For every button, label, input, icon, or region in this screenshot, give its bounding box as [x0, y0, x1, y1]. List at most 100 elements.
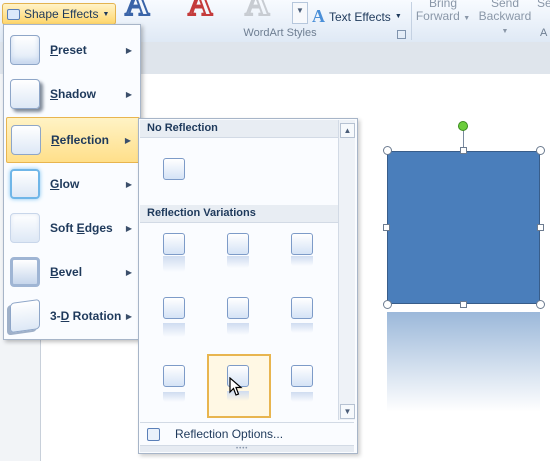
text-effects-button[interactable]: A Text Effects ▼ — [312, 6, 402, 27]
menu-item-3d-rotation-rest: Rotation — [69, 309, 122, 323]
menu-item-preset[interactable]: Preset ▶ — [4, 28, 140, 72]
3d-rotation-icon — [10, 298, 40, 334]
menu-item-reflection-rest: eflection — [59, 133, 110, 147]
reflection-preview-icon — [163, 233, 185, 255]
resize-handle-top-left[interactable] — [383, 146, 392, 155]
reflection-preview-shadow — [291, 323, 313, 333]
menu-item-glow[interactable]: Glow ▶ — [4, 162, 140, 206]
preset-icon — [10, 35, 40, 65]
grip-dots-icon: •••• — [236, 446, 249, 452]
submenu-arrow-icon: ▶ — [125, 89, 132, 99]
resize-handle-bottom[interactable] — [460, 301, 467, 308]
reflection-options-menu-item[interactable]: Reflection Options... — [140, 422, 354, 445]
shape-effects-button[interactable]: Shape Effects ▼ — [2, 3, 117, 25]
text-effects-label: Text Effects — [329, 9, 391, 24]
reflection-preview-shadow — [227, 323, 249, 335]
resize-handle-bottom-right[interactable] — [536, 300, 545, 309]
wordart-style-blue[interactable]: A — [124, 0, 151, 24]
reflection-variations-header: Reflection Variations — [140, 205, 343, 223]
submenu-arrow-icon: ▶ — [124, 135, 131, 145]
bring-forward-label-line2: Forward — [415, 9, 460, 23]
reflection-preview-shadow — [291, 256, 313, 266]
shape-effects-menu: Preset ▶ Shadow ▶ Reflection ▶ Glow ▶ So… — [3, 24, 141, 340]
submenu-arrow-icon: ▶ — [125, 311, 132, 321]
resize-handle-bottom-left[interactable] — [383, 300, 392, 309]
reflection-variation-7[interactable] — [143, 355, 207, 419]
menu-item-soft-edges-mnemonic: E — [76, 221, 85, 235]
menu-item-3d-rotation[interactable]: 3-D Rotation ▶ — [4, 294, 140, 338]
menu-item-shadow[interactable]: Shadow ▶ — [4, 72, 140, 116]
submenu-arrow-icon: ▶ — [125, 179, 132, 189]
resize-handle-top-right[interactable] — [536, 146, 545, 155]
menu-item-preset-mnemonic: P — [50, 43, 59, 57]
reflection-none-option[interactable] — [143, 139, 207, 203]
no-reflection-header: No Reflection — [140, 120, 343, 138]
bring-forward-button[interactable]: Bring Forward ▼ — [414, 0, 472, 25]
reflection-preview-icon — [227, 297, 249, 319]
reflection-variation-1[interactable] — [143, 223, 207, 287]
reflection-preview-shadow — [163, 392, 185, 402]
rotation-handle[interactable] — [458, 121, 468, 131]
reflection-preview-icon — [291, 233, 313, 255]
wordart-gallery-more-button[interactable]: ▼ — [292, 2, 308, 24]
reflection-variation-6[interactable] — [271, 287, 335, 351]
reflection-variation-4[interactable] — [143, 287, 207, 351]
shadow-icon — [10, 79, 40, 109]
send-backward-label-line2: Backward — [478, 9, 532, 23]
dropdown-arrow-icon: ▼ — [394, 13, 402, 20]
selected-rectangle-shape[interactable] — [387, 151, 540, 304]
reflection-preview-shadow — [163, 323, 185, 337]
submenu-arrow-icon: ▶ — [125, 45, 132, 55]
shape-reflection — [387, 312, 540, 412]
resize-handle-top[interactable] — [460, 147, 467, 154]
send-backward-button[interactable]: Send Backward ▼ — [474, 0, 536, 38]
gallery-scrollbar[interactable]: ▲ ▼ — [338, 120, 355, 420]
reflection-preview-shadow — [227, 256, 249, 268]
menu-item-shadow-mnemonic: S — [50, 87, 59, 101]
wordart-style-gray[interactable]: A — [244, 0, 271, 24]
reflection-variation-3[interactable] — [271, 223, 335, 287]
reflection-preview-shadow — [291, 392, 313, 402]
menu-item-bevel-mnemonic: B — [50, 265, 59, 279]
menu-item-shadow-rest: hadow — [58, 87, 97, 101]
scroll-up-icon[interactable]: ▲ — [340, 123, 355, 138]
menu-item-reflection[interactable]: Reflection ▶ — [6, 117, 140, 163]
reflection-preview-shadow — [163, 256, 185, 272]
bevel-icon — [10, 257, 40, 287]
shape-effects-label: Shape Effects — [24, 7, 99, 21]
scroll-down-icon[interactable]: ▼ — [340, 404, 355, 419]
reflection-options-icon — [147, 427, 160, 441]
reflection-variation-9[interactable] — [271, 355, 335, 419]
menu-item-glow-rest: low — [59, 177, 80, 191]
reflection-options-label: Reflection Options... — [175, 427, 284, 441]
menu-item-soft-edges[interactable]: Soft Edges ▶ — [4, 206, 140, 250]
reflection-preview-icon — [227, 233, 249, 255]
reflection-preview-icon — [163, 158, 185, 180]
submenu-arrow-icon: ▶ — [125, 267, 132, 277]
selection-pane-button[interactable]: Se — [537, 0, 550, 10]
reflection-icon — [11, 125, 41, 155]
dropdown-arrow-icon: ▼ — [463, 15, 471, 22]
reflection-preview-icon — [163, 297, 185, 319]
gallery-resize-grip[interactable]: •••• — [140, 445, 354, 452]
menu-item-bevel[interactable]: Bevel ▶ — [4, 250, 140, 294]
reflection-preview-icon — [163, 365, 185, 387]
wordart-styles-group-label: WordArt Styles — [243, 27, 317, 39]
reflection-variation-2[interactable] — [207, 223, 271, 287]
menu-item-3d-rotation-prefix: 3- — [50, 309, 61, 323]
selection-pane-label-partial: Se — [537, 0, 550, 10]
dropdown-arrow-icon: ▼ — [501, 28, 509, 35]
dialog-launcher-icon[interactable] — [397, 30, 406, 39]
menu-item-bevel-rest: evel — [58, 265, 83, 279]
reflection-variation-5[interactable] — [207, 287, 271, 351]
mouse-cursor-icon — [229, 377, 243, 396]
resize-handle-left[interactable] — [383, 224, 390, 231]
menu-item-reflection-mnemonic: R — [51, 133, 60, 147]
menu-item-soft-edges-prefix: Soft — [50, 221, 77, 235]
text-effects-icon: A — [312, 6, 325, 26]
reflection-gallery: No Reflection Reflection Variations ▲ ▼ … — [138, 118, 358, 454]
soft-edges-icon — [10, 213, 40, 243]
wordart-style-red[interactable]: A — [187, 0, 214, 24]
resize-handle-right[interactable] — [537, 224, 544, 231]
menu-item-preset-rest: reset — [58, 43, 87, 57]
